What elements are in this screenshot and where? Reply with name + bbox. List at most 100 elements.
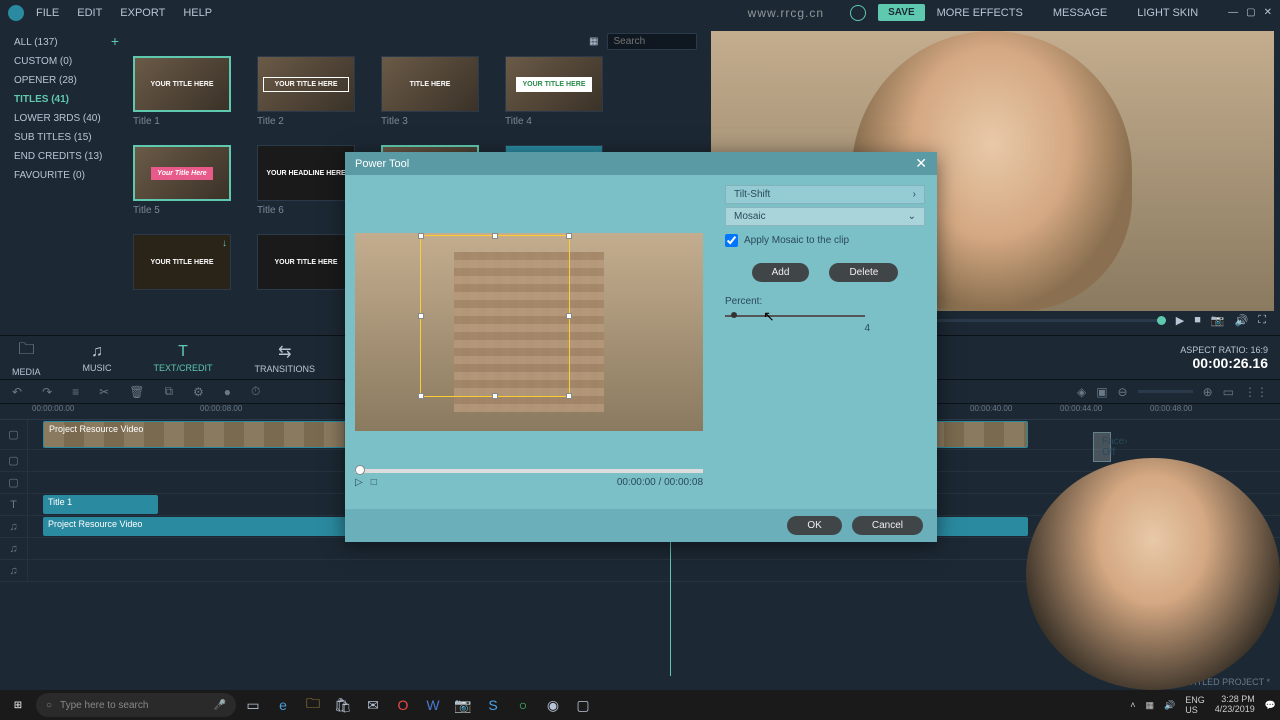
stop-icon[interactable]: ■ (1194, 314, 1201, 326)
title-thumb[interactable]: YOUR TITLE HERE (133, 56, 231, 112)
mail-icon[interactable]: ✉ (360, 692, 386, 718)
sidebar-item-all[interactable]: ALL (137) (0, 33, 125, 52)
sidebar-item-custom[interactable]: CUSTOM (0) (0, 52, 125, 71)
system-clock[interactable]: 3:28 PM4/23/2019 (1215, 695, 1255, 715)
start-button[interactable]: ⊞ (4, 692, 32, 718)
opera-icon[interactable]: O (390, 692, 416, 718)
menu-file[interactable]: FILE (36, 7, 59, 19)
tab-text[interactable]: TTEXT/CREDIT (154, 343, 213, 373)
mosaic-crop-box[interactable] (420, 235, 570, 397)
menu-help[interactable]: HELP (183, 7, 212, 19)
crop-handle[interactable] (492, 393, 498, 399)
track-head-overlay[interactable]: ▢ (0, 450, 28, 471)
title-thumb[interactable]: YOUR TITLE HERE (257, 234, 355, 290)
title-thumb[interactable]: YOUR TITLE HERE↓ (133, 234, 231, 290)
delete-icon[interactable]: 🗑 (129, 385, 144, 399)
crop-handle[interactable] (492, 233, 498, 239)
save-button[interactable]: SAVE (878, 4, 925, 21)
sidebar-item-titles[interactable]: TITLES (41) (0, 90, 125, 109)
fullscreen-icon[interactable]: ⛶ (1258, 314, 1266, 327)
crop-handle[interactable] (418, 313, 424, 319)
speed-icon[interactable]: ⏱ (251, 384, 260, 399)
add-button[interactable]: Add (752, 263, 810, 282)
tilt-shift-panel[interactable]: Tilt-Shift› (725, 185, 925, 204)
whatsapp-icon[interactable]: ○ (510, 692, 536, 718)
mosaic-panel[interactable]: Mosaic⌄ (725, 207, 925, 226)
search-input[interactable] (607, 33, 697, 50)
crop-handle[interactable] (418, 233, 424, 239)
grid-view-icon[interactable]: ▦ (589, 36, 598, 47)
delete-button[interactable]: Delete (829, 263, 898, 282)
tray-chevron-icon[interactable]: ˄ (1130, 700, 1135, 710)
explorer-icon[interactable]: 🗀 (300, 692, 326, 718)
title-thumb[interactable]: YOUR HEADLINE HERE (257, 145, 355, 201)
skype-icon[interactable]: S (480, 692, 506, 718)
language-indicator[interactable]: ENGUS (1185, 695, 1205, 715)
percent-slider[interactable] (725, 315, 865, 317)
title-thumb[interactable]: TITLE HERE (381, 56, 479, 112)
sidebar-item-opener[interactable]: OPENER (28) (0, 71, 125, 90)
word-icon[interactable]: W (420, 692, 446, 718)
crop-icon[interactable]: ⧉ (164, 384, 173, 399)
play-icon[interactable]: ▶ (1176, 314, 1184, 327)
close-icon[interactable]: ✕ (1264, 7, 1272, 18)
view-options-icon[interactable]: ⋮⋮ (1244, 385, 1268, 399)
dialog-close-icon[interactable]: ✕ (915, 155, 927, 172)
track-head-title[interactable]: T (0, 494, 28, 515)
face-off-panel[interactable]: Face Off› (1093, 432, 1111, 462)
title-thumb[interactable]: YOUR TITLE HERE (505, 56, 603, 112)
sidebar-item-subtitles[interactable]: SUB TITLES (15) (0, 128, 125, 147)
track-head-video[interactable]: ▢ (0, 420, 28, 449)
menu-message[interactable]: MESSAGE (1053, 7, 1107, 19)
modal-play-icon[interactable]: ▷ (355, 477, 363, 488)
sidebar-item-lower3rds[interactable]: LOWER 3RDS (40) (0, 109, 125, 128)
menu-edit[interactable]: EDIT (77, 7, 102, 19)
menu-more-effects[interactable]: MORE EFFECTS (937, 7, 1023, 19)
sidebar-item-endcredits[interactable]: END CREDITS (13) (0, 147, 125, 166)
zoom-out-icon[interactable]: ⊖ (1118, 385, 1128, 399)
cancel-button[interactable]: Cancel (852, 516, 923, 535)
app-icon[interactable]: ▢ (570, 692, 596, 718)
marker-icon[interactable]: ◈ (1077, 385, 1086, 399)
crop-handle[interactable] (418, 393, 424, 399)
track-head-overlay2[interactable]: ▢ (0, 472, 28, 493)
power-tool-icon[interactable]: ⚙ (193, 385, 204, 399)
apply-mosaic-checkbox[interactable] (725, 234, 738, 247)
track-head-audio[interactable]: ♫ (0, 516, 28, 537)
menu-light-skin[interactable]: LIGHT SKIN (1137, 7, 1198, 19)
track-head-audio3[interactable]: ♫ (0, 560, 28, 581)
redo-icon[interactable]: ↷ (42, 385, 52, 399)
tab-music[interactable]: ♫MUSIC (83, 343, 112, 373)
store-icon[interactable]: 🛍 (330, 692, 356, 718)
edge-icon[interactable]: e (270, 692, 296, 718)
render-icon[interactable]: ▣ (1096, 385, 1107, 399)
menu-export[interactable]: EXPORT (120, 7, 165, 19)
add-category-icon[interactable]: + (111, 33, 119, 49)
track-head-audio2[interactable]: ♫ (0, 538, 28, 559)
zoom-slider[interactable] (1138, 390, 1193, 393)
modal-seek-slider[interactable] (355, 469, 703, 473)
minimize-icon[interactable]: — (1228, 7, 1238, 18)
cut-icon[interactable]: ✂ (99, 385, 109, 399)
crop-handle[interactable] (566, 233, 572, 239)
sidebar-item-favourite[interactable]: FAVOURITE (0) (0, 166, 125, 185)
title-thumb[interactable]: Your Title Here (133, 145, 231, 201)
camera-icon[interactable]: 📷 (1211, 314, 1225, 327)
crop-handle[interactable] (566, 313, 572, 319)
volume-icon[interactable]: 🔊 (1235, 314, 1249, 327)
title-thumb[interactable]: YOUR TITLE HERE (257, 56, 355, 112)
ok-button[interactable]: OK (787, 516, 841, 535)
task-view-icon[interactable]: ▭ (240, 692, 266, 718)
zoom-in-icon[interactable]: ⊕ (1203, 385, 1213, 399)
title-clip[interactable]: Title 1 (43, 495, 158, 514)
undo-icon[interactable]: ↶ (12, 385, 22, 399)
photos-icon[interactable]: 📷 (450, 692, 476, 718)
tab-media[interactable]: 🗀MEDIA (12, 338, 41, 377)
notifications-icon[interactable]: 💬 (1265, 700, 1276, 711)
crop-handle[interactable] (566, 393, 572, 399)
settings-icon[interactable]: ≡ (72, 385, 79, 399)
taskbar-search[interactable]: ○ Type here to search 🎤 (36, 693, 236, 717)
chrome-icon[interactable]: ◉ (540, 692, 566, 718)
volume-tray-icon[interactable]: 🔊 (1164, 700, 1175, 711)
download-icon[interactable]: ↓ (222, 238, 227, 249)
